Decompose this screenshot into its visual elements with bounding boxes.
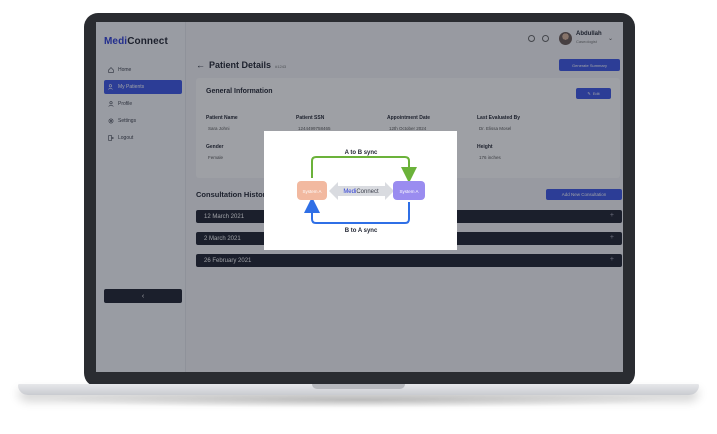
top-sync-label: A to B sync (345, 150, 378, 156)
laptop-mockup: MediConnect Home My Patients Profile Set… (0, 0, 717, 434)
a-to-b-arrow (311, 156, 417, 183)
sync-diagram: System A System A MediConnect A to B syn… (297, 150, 425, 234)
b-to-a-arrow (304, 197, 410, 224)
left-node-label: System A (302, 189, 321, 194)
right-node-label: System A (399, 189, 418, 194)
bottom-sync-label: B to A sync (345, 228, 378, 234)
center-brand: MediConnect (343, 189, 379, 195)
laptop-notch (312, 384, 405, 389)
sync-diagram-popup: System A System A MediConnect A to B syn… (264, 131, 457, 250)
